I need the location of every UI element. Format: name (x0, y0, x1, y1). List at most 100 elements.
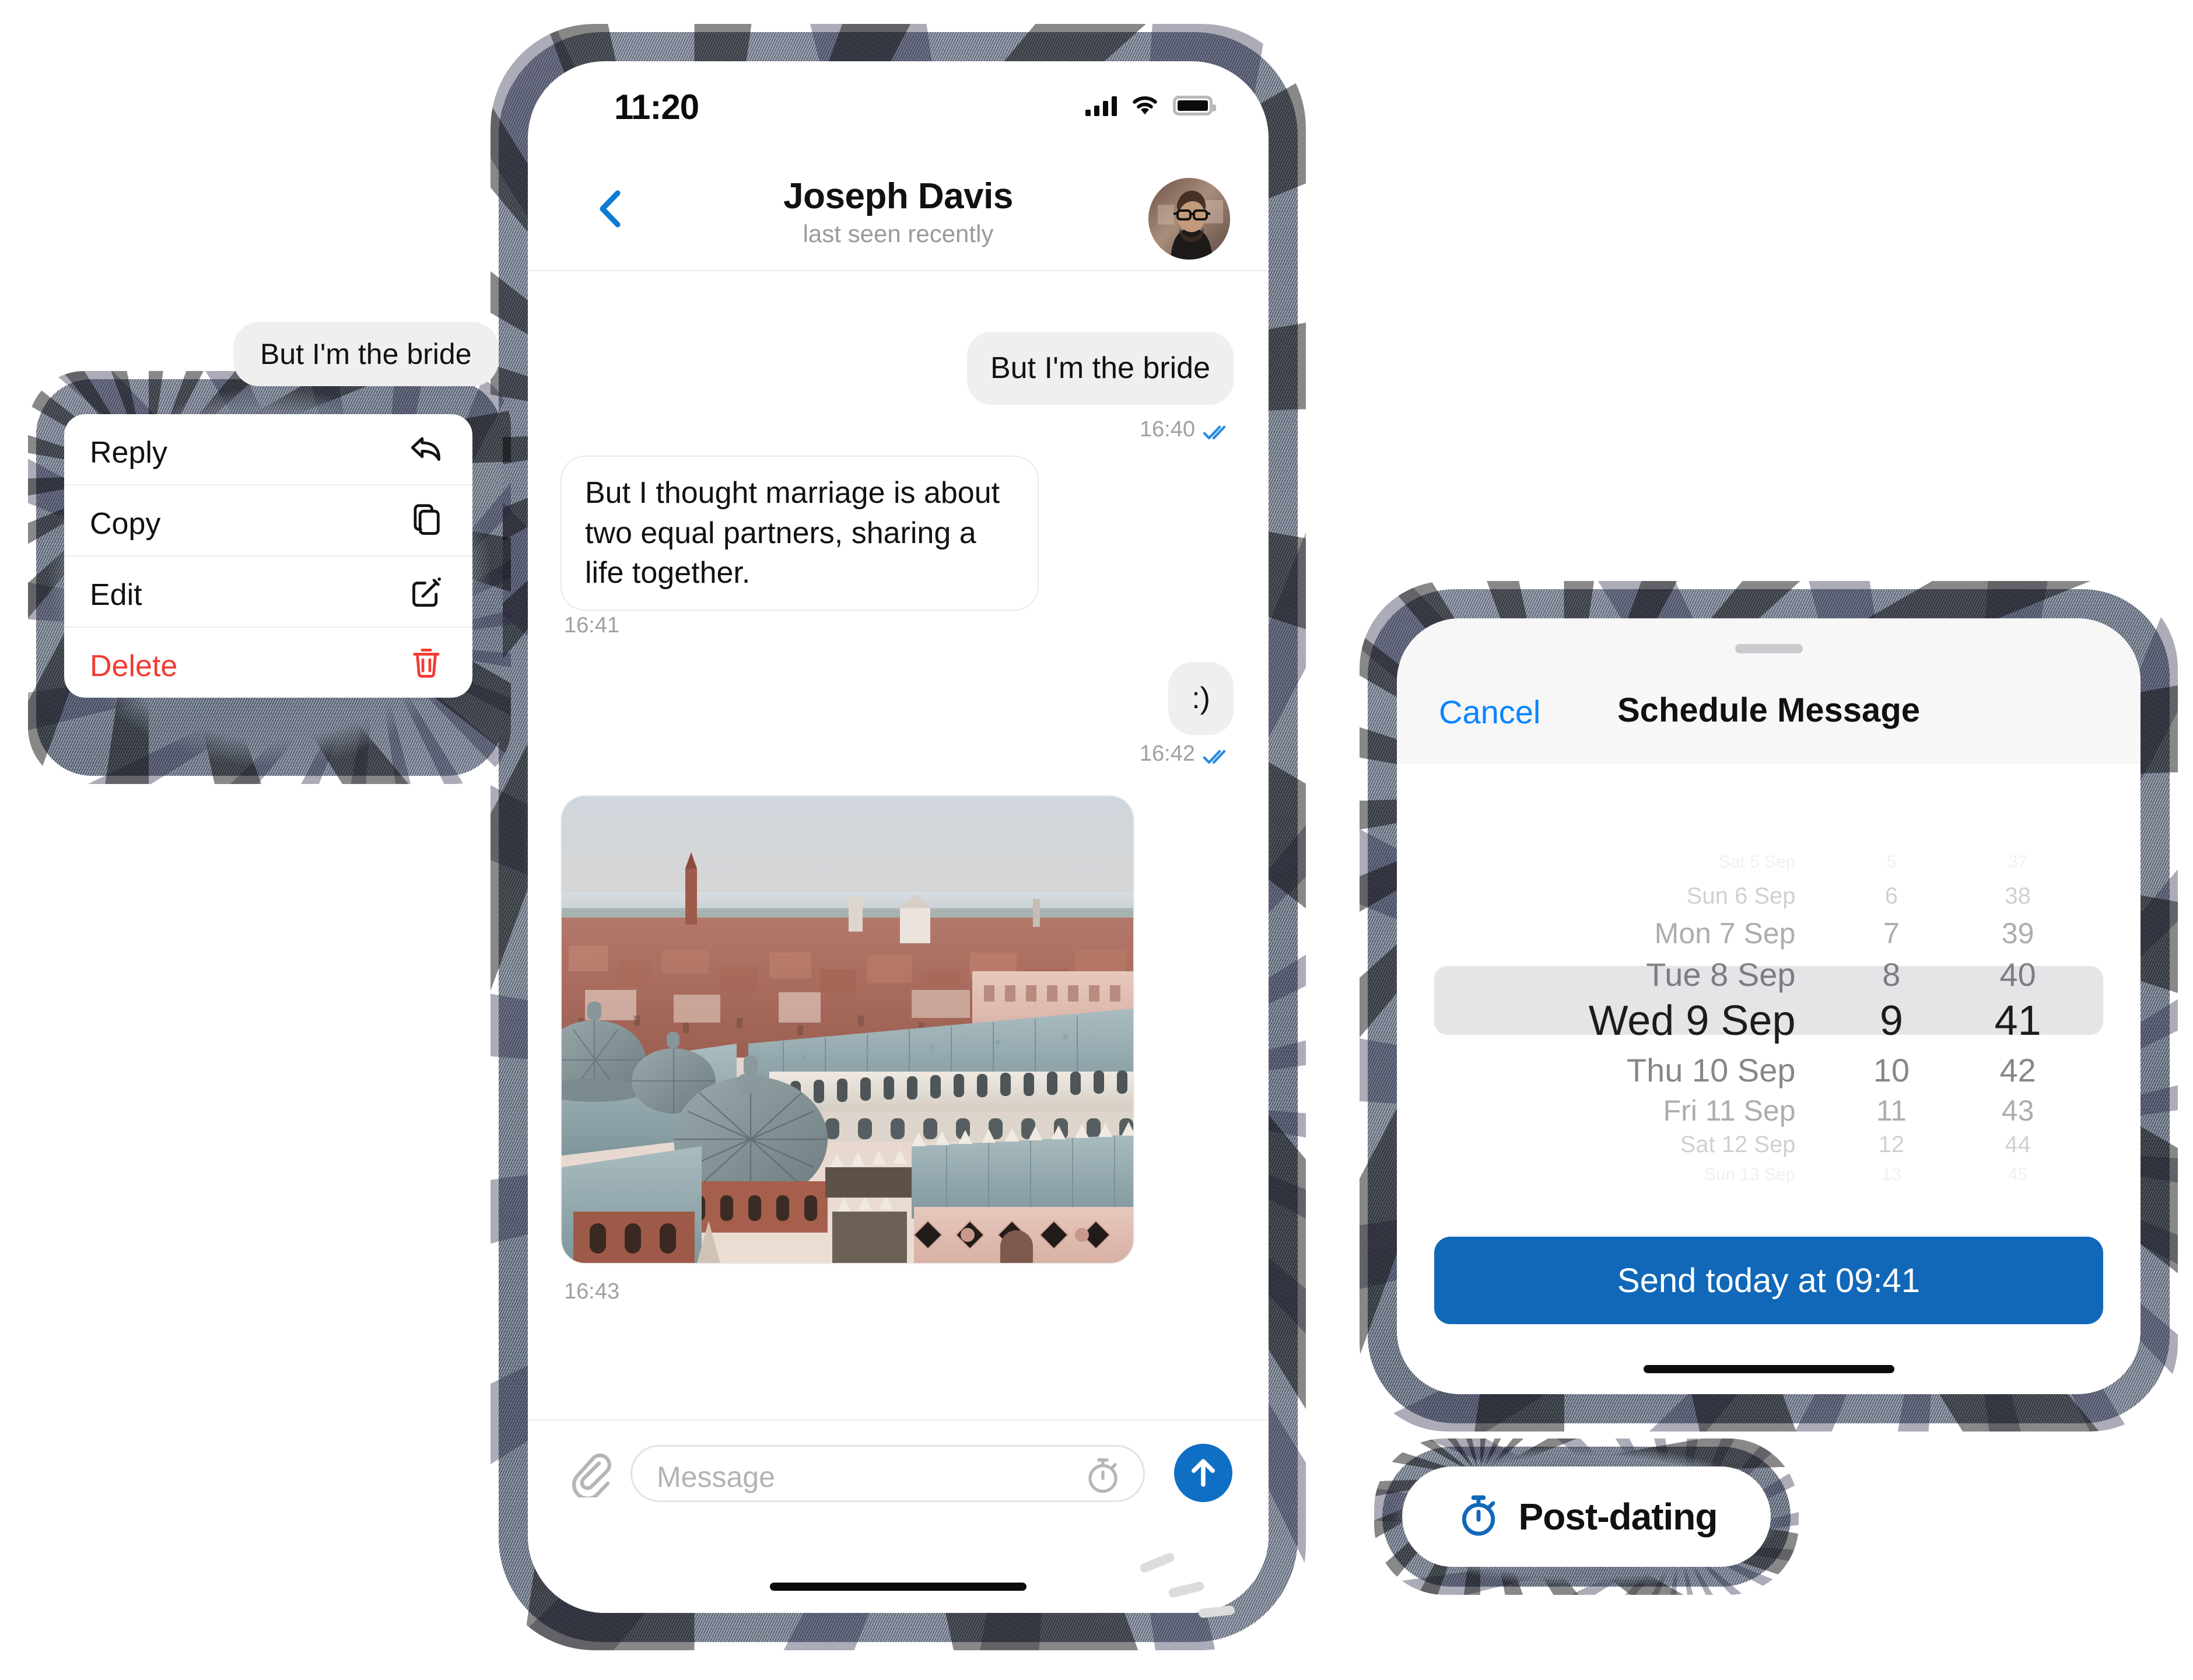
date-time-picker[interactable]: Sat 5 Sep 5 37 Sun 6 Sep 6 38 Mon 7 Sep 7 39 Tue … (1397, 764, 2141, 1219)
status-bar-icons (1085, 89, 1216, 122)
picker-row[interactable]: Sat 12 Sep 12 44 (1397, 1127, 2141, 1162)
picker-date-cell: Sat 5 Sep (1718, 852, 1796, 872)
battery-icon (1173, 96, 1216, 116)
message-meta: 16:42 (1140, 741, 1231, 766)
picker-hour-cell: 11 (1876, 1094, 1907, 1127)
picker-date-cell: Wed 9 Sep (1588, 998, 1796, 1044)
picker-row[interactable]: Fri 11 Sep 11 43 (1397, 1089, 2141, 1133)
copy-pages-icon (408, 503, 444, 539)
picker-date-cell: Mon 7 Sep (1654, 917, 1796, 950)
message-time: 16:41 (564, 613, 620, 638)
sheet-header: Cancel Schedule Message (1397, 618, 2141, 764)
venice-photo-image (562, 796, 1133, 1263)
message-bubble-outgoing[interactable]: But I'm the bride (967, 332, 1234, 405)
chat-header: Joseph Davis last seen recently (528, 148, 1269, 271)
context-menu-card: Reply Copy Edit Delete (64, 414, 472, 698)
search-input[interactable]: Message (630, 1445, 1145, 1502)
message-text: :) (1192, 681, 1210, 715)
picker-row[interactable]: Sun 6 Sep 6 38 (1397, 878, 2141, 914)
stopwatch-icon[interactable] (1084, 1456, 1122, 1494)
reply-arrow-icon (408, 432, 444, 468)
home-indicator (1643, 1365, 1894, 1373)
message-bubble-incoming[interactable]: But I thought marriage is about two equa… (560, 456, 1039, 611)
message-time: 16:43 (564, 1279, 620, 1304)
context-menu-item-reply[interactable]: Reply (64, 414, 472, 485)
picker-hour-cell: 12 (1878, 1131, 1905, 1157)
home-indicator (770, 1583, 1027, 1591)
picker-date-cell: Sun 13 Sep (1704, 1165, 1796, 1184)
picker-date-cell: Thu 10 Sep (1626, 1051, 1796, 1088)
stopwatch-icon (1456, 1493, 1501, 1541)
picker-row[interactable]: Wed 9 Sep 9 41 (1397, 989, 2141, 1052)
picker-row[interactable]: Sat 5 Sep 5 37 (1397, 849, 2141, 876)
message-composer: Message (528, 1419, 1269, 1613)
picker-date-cell: Fri 11 Sep (1663, 1094, 1796, 1127)
send-scheduled-label: Send today at 09:41 (1617, 1261, 1921, 1300)
floating-bubble-text: But I'm the bride (260, 338, 472, 370)
message-photo[interactable] (560, 795, 1134, 1264)
context-menu-item-edit[interactable]: Edit (64, 556, 472, 628)
cellular-bars-icon (1085, 95, 1117, 116)
status-bar: 11:20 (528, 61, 1269, 148)
picker-minute-cell: 38 (2005, 883, 2031, 909)
wifi-icon (1129, 92, 1161, 120)
picker-date-cell: Sat 12 Sep (1680, 1131, 1796, 1157)
picker-minute-cell: 40 (1999, 956, 2036, 993)
picker-row[interactable]: Sun 13 Sep 13 45 (1397, 1162, 2141, 1188)
send-button[interactable] (1174, 1444, 1232, 1502)
picker-date-cell: Tue 8 Sep (1646, 956, 1796, 993)
picker-hour-cell: 9 (1879, 998, 1903, 1044)
picker-minute-cell: 44 (2005, 1131, 2031, 1157)
message-meta: 16:43 (564, 1279, 619, 1304)
read-double-check-icon (1203, 746, 1231, 764)
avatar[interactable] (1148, 178, 1230, 260)
context-menu-item-copy[interactable]: Copy (64, 485, 472, 556)
schedule-phone-device: Cancel Schedule Message Sat 5 Sep 5 37 Sun … (1368, 589, 2170, 1423)
main-phone-screen: 11:20 Joseph Davis last seen recently Bu… (528, 61, 1269, 1613)
context-menu-item-label: Copy (90, 507, 161, 541)
picker-minute-cell: 43 (2001, 1094, 2034, 1127)
context-menu-device: Reply Copy Edit Delete (36, 379, 503, 776)
schedule-sheet-screen: Cancel Schedule Message Sat 5 Sep 5 37 Sun … (1397, 618, 2141, 1394)
picker-minute-cell: 42 (1999, 1051, 2036, 1088)
context-menu-item-label: Edit (90, 578, 142, 612)
context-menu-item-label: Delete (90, 649, 178, 683)
message-bubble-outgoing[interactable]: :) (1168, 662, 1234, 735)
paperclip-icon[interactable] (564, 1448, 613, 1500)
edit-pencil-icon (408, 574, 444, 610)
status-bar-time: 11:20 (614, 88, 699, 127)
picker-row[interactable]: Thu 10 Sep 10 42 (1397, 1045, 2141, 1094)
picker-hour-cell: 6 (1884, 883, 1898, 909)
picker-hour-cell: 5 (1886, 852, 1897, 872)
message-time: 16:42 (1139, 741, 1195, 766)
post-dating-badge[interactable]: Post-dating (1402, 1466, 1771, 1567)
message-meta: 16:40 (1140, 417, 1231, 442)
picker-minute-cell: 39 (2001, 917, 2034, 950)
post-dating-label: Post-dating (1518, 1496, 1718, 1538)
picker-minute-cell: 45 (2008, 1165, 2028, 1184)
message-text: But I thought marriage is about two equa… (585, 476, 1000, 590)
main-phone-device: 11:20 Joseph Davis last seen recently Bu… (499, 32, 1298, 1642)
picker-row[interactable]: Mon 7 Sep 7 39 (1397, 912, 2141, 956)
picker-minute-cell: 37 (2008, 852, 2028, 872)
message-input-placeholder: Message (657, 1461, 775, 1493)
post-dating-pill-device: Post-dating (1382, 1447, 1791, 1587)
trash-bin-icon (408, 645, 444, 681)
sheet-grabber[interactable] (1735, 644, 1803, 653)
context-menu-item-label: Reply (90, 436, 167, 470)
picker-hour-cell: 13 (1882, 1165, 1901, 1184)
context-menu-item-delete[interactable]: Delete (64, 628, 472, 698)
message-text: But I'm the bride (990, 351, 1210, 385)
message-meta: 16:41 (564, 613, 619, 638)
floating-message-bubble[interactable]: But I'm the bride (233, 322, 499, 386)
send-scheduled-button[interactable]: Send today at 09:41 (1434, 1237, 2103, 1324)
message-list: But I'm the bride 16:40 But I thought ma… (528, 270, 1269, 1420)
picker-hour-cell: 8 (1882, 956, 1901, 993)
picker-minute-cell: 41 (1994, 998, 2041, 1044)
picker-date-cell: Sun 6 Sep (1686, 883, 1796, 909)
read-double-check-icon (1203, 422, 1231, 439)
message-time: 16:40 (1139, 417, 1195, 442)
context-menu-screen: Reply Copy Edit Delete (51, 394, 488, 761)
send-arrow-up-icon (1192, 1459, 1215, 1487)
picker-hour-cell: 7 (1883, 917, 1900, 950)
